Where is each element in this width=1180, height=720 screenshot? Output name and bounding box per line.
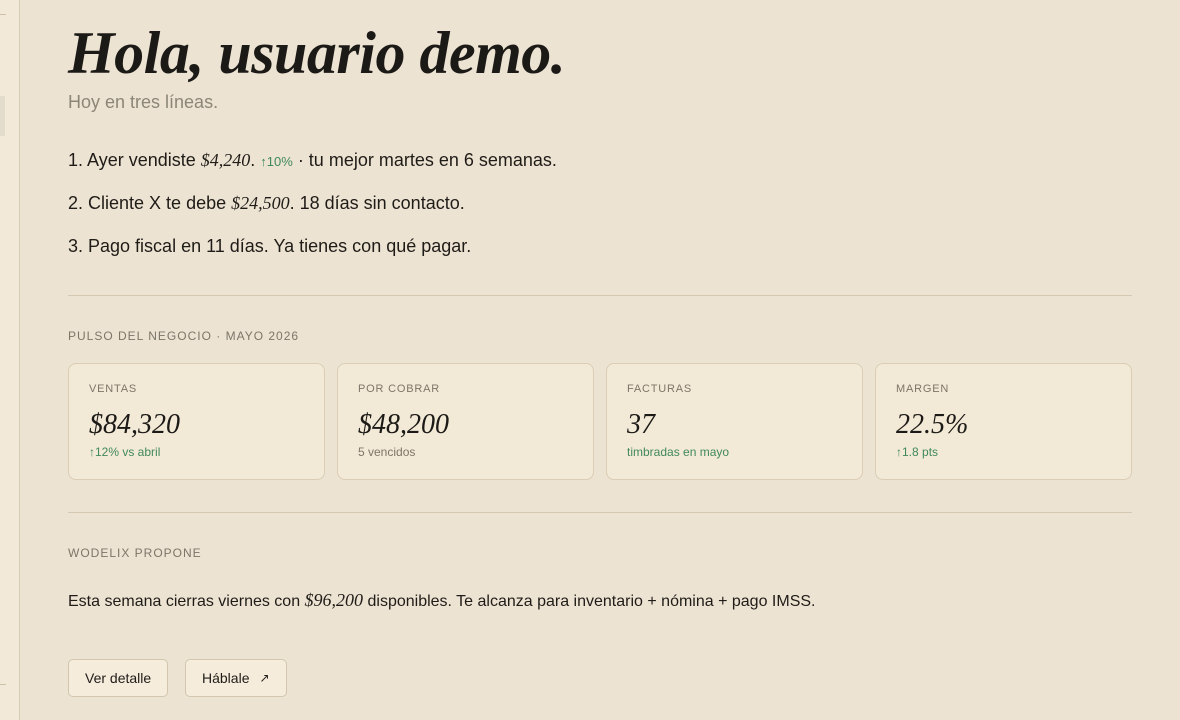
proposal-text-after: disponibles. Te alcanza para inventario … bbox=[363, 593, 816, 610]
sidebar-edge bbox=[0, 0, 20, 720]
summary-delta: ↑10% bbox=[260, 154, 293, 169]
proposal-text: Esta semana cierras viernes con $96,200 … bbox=[68, 585, 828, 617]
summary-text: 2. Cliente X te debe bbox=[68, 193, 232, 213]
sidebar-divider-top bbox=[0, 14, 6, 15]
summary-amount: $4,240 bbox=[200, 150, 251, 170]
pulse-section-title: PULSO DEL NEGOCIO · MAYO 2026 bbox=[68, 329, 300, 343]
summary-text: · tu mejor martes en 6 semanas. bbox=[292, 150, 557, 170]
talk-button-label: Háblale bbox=[202, 670, 250, 686]
summary-line-tax: 3. Pago fiscal en 11 días. Ya tienes con… bbox=[68, 236, 472, 256]
proposal-amount: $96,200 bbox=[304, 590, 364, 610]
kpi-label: POR COBRAR bbox=[358, 383, 440, 395]
section-divider bbox=[68, 295, 1132, 296]
kpi-note: ↑12% vs abril bbox=[89, 445, 161, 459]
summary-text: . 18 días sin contacto. bbox=[289, 193, 465, 213]
kpi-value: 37 bbox=[627, 409, 655, 440]
kpi-card-invoices[interactable]: FACTURAS 37 timbradas en mayo bbox=[606, 363, 863, 480]
kpi-value: $84,320 bbox=[89, 409, 180, 440]
kpi-label: MARGEN bbox=[896, 383, 950, 395]
view-detail-button[interactable]: Ver detalle bbox=[68, 659, 169, 697]
kpi-card-margin[interactable]: MARGEN 22.5% ↑1.8 pts bbox=[875, 363, 1132, 480]
section-divider bbox=[68, 512, 1132, 513]
kpi-value: $48,200 bbox=[358, 409, 449, 440]
summary-line-receivable: 2. Cliente X te debe $24,500. 18 días si… bbox=[68, 193, 465, 214]
pulse-cards: VENTAS $84,320 ↑12% vs abril POR COBRAR … bbox=[68, 363, 1132, 480]
kpi-label: VENTAS bbox=[89, 383, 137, 395]
summary-amount: $24,500 bbox=[231, 193, 290, 213]
kpi-card-receivable[interactable]: POR COBRAR $48,200 5 vencidos bbox=[337, 363, 594, 480]
sidebar-divider-bottom bbox=[0, 684, 6, 685]
summary-text: . bbox=[250, 150, 256, 170]
page-title: Hola, usuario demo. bbox=[68, 20, 566, 86]
kpi-note: 5 vencidos bbox=[358, 445, 416, 459]
proposal-section-title: WODELIX PROPONE bbox=[68, 546, 202, 560]
summary-text: 1. Ayer vendiste bbox=[68, 150, 201, 170]
page-subtitle: Hoy en tres líneas. bbox=[68, 92, 219, 112]
kpi-value: 22.5% bbox=[896, 409, 969, 440]
kpi-note: ↑1.8 pts bbox=[896, 445, 939, 459]
talk-button[interactable]: Háblale ↗ bbox=[185, 659, 287, 697]
kpi-card-sales[interactable]: VENTAS $84,320 ↑12% vs abril bbox=[68, 363, 325, 480]
kpi-note: timbradas en mayo bbox=[627, 445, 730, 459]
proposal-text-before: Esta semana cierras viernes con bbox=[68, 593, 305, 610]
external-arrow-icon: ↗ bbox=[259, 671, 270, 685]
sidebar-active-marker bbox=[0, 96, 5, 136]
kpi-label: FACTURAS bbox=[627, 383, 693, 395]
summary-line-sales: 1. Ayer vendiste $4,240. ↑10% · tu mejor… bbox=[68, 150, 557, 171]
